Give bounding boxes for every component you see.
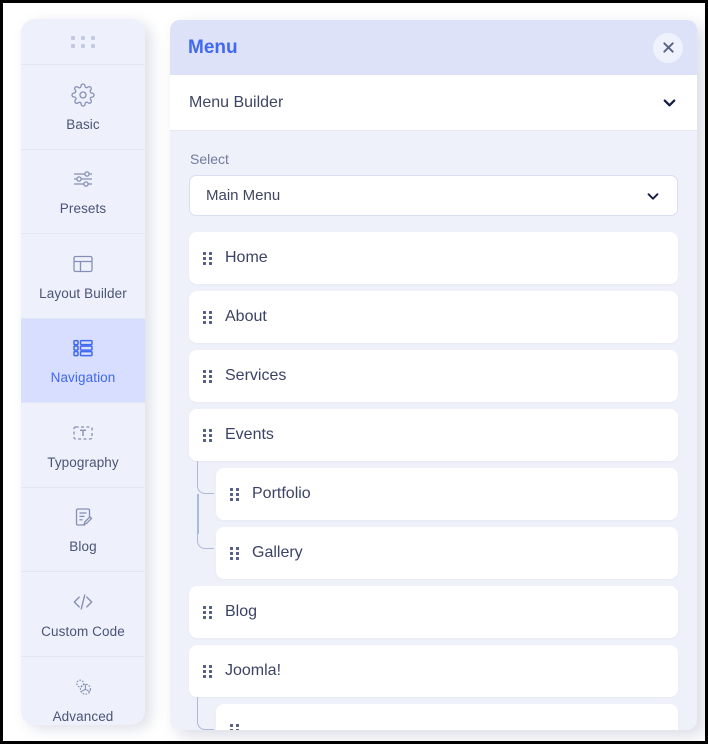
gear-icon [70,82,96,108]
sidebar-item-label: Presets [59,201,107,217]
chevron-down-icon [644,187,662,205]
menu-builder-accordion[interactable]: Menu Builder [170,75,697,131]
app-window: Basic Presets Layout Builder Navigation … [0,0,708,744]
sidebar: Basic Presets Layout Builder Navigation … [21,19,145,725]
drag-handle-icon[interactable] [203,605,212,619]
drag-handle-icon[interactable] [203,251,212,265]
menu-item-row: Gallery [189,516,678,579]
list-icon [70,335,96,361]
sidebar-item-blog[interactable]: Blog [21,488,145,572]
edit-doc-icon [70,504,96,530]
layout-icon [70,251,96,277]
tree-connector [197,461,214,494]
sliders-icon [70,166,96,192]
menu-item[interactable]: Gallery [216,527,678,579]
menu-item-row: Events [189,409,678,461]
menu-item[interactable]: About [189,291,678,343]
sidebar-item-label: Advanced [52,708,114,724]
menu-item-label: Gallery [252,544,303,561]
panel-body: Select Main Menu Home About Services Events… [170,131,697,730]
sidebar-item-label: Custom Code [41,623,125,639]
tree-connector [197,697,214,730]
menu-select-value: Main Menu [206,187,281,204]
menu-item-row: About [189,291,678,343]
menu-builder-label: Menu Builder [189,93,284,111]
drag-handle-icon[interactable] [203,369,212,383]
menu-item-label: Joomla! [225,662,282,679]
sidebar-item-custom-code[interactable]: Custom Code [21,572,145,657]
select-label: Select [190,151,229,167]
menu-item-label: Blog [225,603,258,620]
menu-item-label: Home [225,249,268,266]
sidebar-item-presets[interactable]: Presets [21,150,145,234]
sidebar-drag-handle[interactable] [21,19,145,65]
menu-item[interactable]: Home [189,232,678,284]
panel-header: Menu [170,20,697,75]
grip-dots-icon [71,35,95,48]
menu-item-row: Services [189,350,678,402]
menu-item[interactable]: Joomla! [189,645,678,697]
menu-item[interactable] [216,704,678,730]
sidebar-item-navigation[interactable]: Navigation [21,318,145,403]
drag-handle-icon[interactable] [203,664,212,678]
gears-icon [70,674,96,700]
menu-panel: Menu Menu Builder Select Main Menu Home … [170,20,697,730]
menu-item-label: Services [225,367,287,384]
sidebar-item-label: Layout Builder [39,285,127,301]
menu-item-row: Blog [189,586,678,638]
sidebar-item-typography[interactable]: Typography [21,403,145,488]
menu-item[interactable]: Portfolio [216,468,678,520]
drag-handle-icon[interactable] [230,546,239,560]
sidebar-item-basic[interactable]: Basic [21,65,145,150]
drag-handle-icon[interactable] [203,428,212,442]
menu-item[interactable]: Blog [189,586,678,638]
menu-item[interactable]: Events [189,409,678,461]
menu-select-dropdown[interactable]: Main Menu [189,175,678,216]
menu-item-label: About [225,308,267,325]
menu-item-label: Portfolio [252,485,311,502]
menu-item-row [189,697,678,730]
menu-item-list: Home About Services Events Portfolio Gallery B… [189,232,678,730]
chevron-down-icon [660,93,679,112]
drag-handle-icon[interactable] [203,310,212,324]
code-icon [70,589,96,615]
drag-handle-icon[interactable] [230,723,239,730]
sidebar-item-advanced[interactable]: Advanced [21,657,145,726]
close-icon[interactable] [653,32,683,63]
menu-item[interactable]: Services [189,350,678,402]
menu-item-label: Events [225,426,274,443]
tree-connector [197,516,214,549]
page-title: Menu [188,36,238,58]
sidebar-item-label: Navigation [50,370,116,386]
menu-item-row: Portfolio [189,461,678,534]
drag-handle-icon[interactable] [230,487,239,501]
sidebar-item-layout-builder[interactable]: Layout Builder [21,234,145,319]
text-box-icon [70,420,96,446]
menu-item-row: Home [189,232,678,284]
sidebar-item-label: Blog [69,539,97,555]
menu-item-row: Joomla! [189,645,678,697]
sidebar-item-label: Typography [47,454,119,470]
sidebar-item-label: Basic [66,116,100,132]
